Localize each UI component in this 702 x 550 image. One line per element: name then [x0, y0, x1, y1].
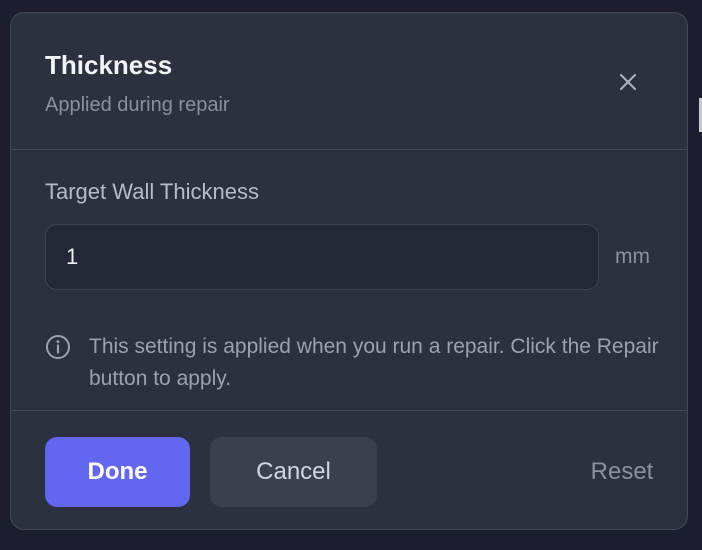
dialog-header: Thickness Applied during repair — [11, 13, 687, 150]
reset-button[interactable]: Reset — [577, 437, 667, 507]
thickness-dialog: Thickness Applied during repair Target W… — [10, 12, 688, 530]
dialog-title: Thickness — [45, 50, 173, 80]
wall-thickness-label: Target Wall Thickness — [45, 179, 259, 204]
dialog-subtitle: Applied during repair — [45, 94, 230, 116]
close-button[interactable] — [611, 65, 645, 99]
unit-label: mm — [615, 245, 650, 268]
done-button[interactable]: Done — [45, 437, 190, 507]
dialog-body: Target Wall Thickness mm This setting is… — [11, 150, 687, 411]
cancel-button[interactable]: Cancel — [210, 437, 377, 507]
dialog-footer: Done Cancel Reset — [11, 411, 687, 529]
wall-thickness-input[interactable] — [66, 244, 578, 270]
close-icon — [620, 74, 636, 90]
info-message: This setting is applied when you run a r… — [89, 335, 659, 390]
info-icon — [46, 335, 70, 359]
wall-thickness-input-wrapper[interactable] — [45, 224, 599, 290]
